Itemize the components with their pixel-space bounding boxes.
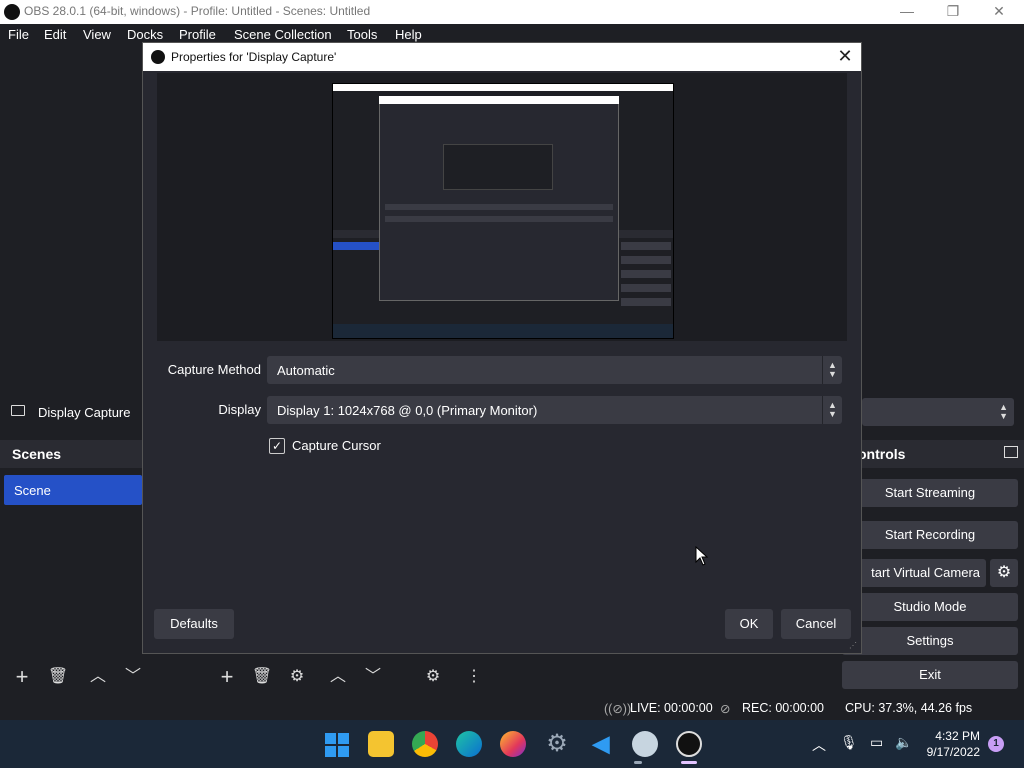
capture-cursor-label[interactable]: Capture Cursor bbox=[292, 438, 381, 453]
obs-app-icon bbox=[4, 4, 20, 20]
menu-tools[interactable]: Tools bbox=[347, 27, 377, 42]
obs-icon[interactable] bbox=[676, 731, 702, 757]
rec-time: REC: 00:00:00 bbox=[742, 701, 824, 715]
settings-icon[interactable]: ⚙ bbox=[544, 731, 570, 757]
settings-button[interactable]: Settings bbox=[842, 627, 1018, 655]
source-up-chevron-icon[interactable]: ︿ bbox=[324, 666, 352, 688]
ok-button[interactable]: OK bbox=[725, 609, 773, 639]
source-properties-gear-icon[interactable]: ⚙ bbox=[283, 666, 311, 688]
firefox-icon[interactable] bbox=[500, 731, 526, 757]
scenes-dock-header: Scenes bbox=[0, 440, 142, 468]
select-updown-icon: ▲ ▼ bbox=[822, 396, 842, 424]
menu-edit[interactable]: Edit bbox=[44, 27, 66, 42]
source-down-chevron-icon[interactable]: ﹀ bbox=[359, 666, 387, 688]
controls-title: ontrols bbox=[858, 446, 906, 462]
remove-scene-trash-icon[interactable]: 🗑 bbox=[44, 666, 72, 688]
steam-icon[interactable] bbox=[632, 731, 658, 757]
audio-mixer-settings-gear-icon[interactable]: ⚙ bbox=[419, 666, 447, 688]
add-scene-plus-icon[interactable]: + bbox=[8, 666, 36, 688]
resize-grip-icon[interactable]: ⋰ bbox=[849, 641, 859, 651]
exit-button[interactable]: Exit bbox=[842, 661, 1018, 689]
clock-date[interactable]: 9/17/2022 bbox=[918, 745, 980, 759]
select-updown-icon: ▲ ▼ bbox=[822, 356, 842, 384]
scene-up-chevron-icon[interactable]: ︿ bbox=[84, 666, 112, 688]
capture-cursor-checkbox[interactable]: ✓ bbox=[269, 438, 285, 454]
capture-method-label: Capture Method bbox=[167, 362, 261, 377]
file-explorer-icon[interactable] bbox=[368, 731, 394, 757]
capture-method-select[interactable]: Automatic ▲ ▼ bbox=[267, 356, 842, 384]
display-select[interactable]: Display 1: 1024x768 @ 0,0 (Primary Monit… bbox=[267, 396, 842, 424]
display-label: Display bbox=[218, 402, 261, 417]
close-window-button[interactable]: ✕ bbox=[976, 0, 1022, 24]
add-source-plus-icon[interactable]: + bbox=[213, 666, 241, 688]
obs-active-indicator bbox=[681, 761, 697, 764]
menu-help[interactable]: Help bbox=[395, 27, 422, 42]
edge-icon[interactable] bbox=[456, 731, 482, 757]
scene-item[interactable]: Scene bbox=[4, 475, 142, 505]
scene-down-chevron-icon[interactable]: ﹀ bbox=[119, 666, 147, 688]
window-titlebar: OBS 28.0.1 (64-bit, windows) - Profile: … bbox=[0, 0, 1024, 24]
menu-file[interactable]: File bbox=[8, 27, 29, 42]
clock-time[interactable]: 4:32 PM bbox=[918, 729, 980, 743]
rec-off-icon: ⊘ bbox=[720, 702, 731, 716]
chrome-icon[interactable] bbox=[412, 731, 438, 757]
defaults-button[interactable]: Defaults bbox=[154, 609, 234, 639]
steam-running-indicator bbox=[634, 761, 642, 764]
selected-source-label: Display Capture bbox=[38, 405, 131, 420]
scenes-title: Scenes bbox=[12, 446, 62, 462]
cancel-button[interactable]: Cancel bbox=[781, 609, 851, 639]
undock-icon[interactable] bbox=[1004, 446, 1018, 458]
mouse-cursor-icon bbox=[695, 546, 709, 566]
scene-item-label: Scene bbox=[14, 483, 51, 498]
display-value: Display 1: 1024x768 @ 0,0 (Primary Monit… bbox=[277, 403, 538, 418]
properties-dialog: Properties for 'Display Capture' ✕ Captu… bbox=[142, 42, 862, 654]
live-time: LIVE: 00:00:00 bbox=[630, 701, 713, 715]
menu-view[interactable]: View bbox=[83, 27, 111, 42]
window-title: OBS 28.0.1 (64-bit, windows) - Profile: … bbox=[24, 4, 371, 18]
dialog-close-button[interactable]: ✕ bbox=[833, 46, 857, 68]
start-virtual-camera-button[interactable]: tart Virtual Camera bbox=[842, 559, 986, 587]
network-icon[interactable]: ▭ bbox=[870, 734, 883, 751]
live-signal-icon: ((⊘)) bbox=[604, 702, 632, 716]
start-icon[interactable] bbox=[325, 733, 349, 757]
minimize-button[interactable]: — bbox=[884, 0, 930, 24]
tray-expand-chevron-icon[interactable]: ︿ bbox=[812, 735, 826, 755]
menu-profile[interactable]: Profile bbox=[179, 27, 216, 42]
cpu-fps: CPU: 37.3%, 44.26 fps bbox=[845, 701, 973, 715]
start-streaming-button[interactable]: Start Streaming bbox=[842, 479, 1018, 507]
dialog-title: Properties for 'Display Capture' bbox=[171, 50, 337, 64]
display-select-background[interactable]: ▲ ▼ bbox=[862, 398, 1014, 426]
menu-docks[interactable]: Docks bbox=[127, 27, 163, 42]
vscode-icon[interactable]: ◀ bbox=[588, 731, 614, 757]
controls-dock-header: ontrols bbox=[842, 440, 1024, 468]
obs-dialog-icon bbox=[151, 50, 165, 64]
monitor-icon bbox=[11, 405, 25, 416]
audio-mixer-menu-dots-icon[interactable]: ⋮ bbox=[460, 666, 488, 688]
notification-badge[interactable]: 1 bbox=[988, 736, 1004, 752]
studio-mode-button[interactable]: Studio Mode bbox=[842, 593, 1018, 621]
menu-scene-collection[interactable]: Scene Collection bbox=[234, 27, 332, 42]
start-recording-button[interactable]: Start Recording bbox=[842, 521, 1018, 549]
capture-method-value: Automatic bbox=[277, 363, 335, 378]
virtual-camera-settings-gear-icon[interactable]: ⚙ bbox=[990, 559, 1018, 587]
maximize-button[interactable]: ❐ bbox=[930, 0, 976, 24]
remove-source-trash-icon[interactable]: 🗑 bbox=[248, 666, 276, 688]
dialog-titlebar: Properties for 'Display Capture' ✕ bbox=[143, 43, 861, 71]
microphone-icon[interactable]: 🎙 bbox=[840, 734, 858, 751]
display-capture-preview-image bbox=[332, 83, 674, 339]
volume-icon[interactable]: 🔈 bbox=[895, 734, 912, 751]
